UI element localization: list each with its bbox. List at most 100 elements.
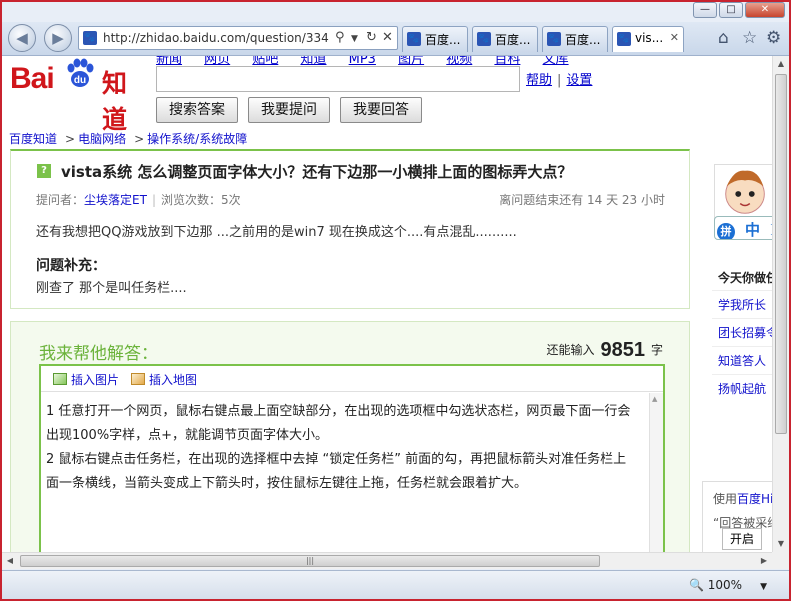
minimize-button[interactable]: — (693, 2, 717, 18)
stop-icon[interactable]: ✕ (382, 30, 393, 45)
char-counter: 还能输入 9851 字 (546, 339, 663, 362)
answer-heading: 我来帮他解答： (39, 344, 158, 364)
status-bar: 🔍 100% ▼ (2, 570, 789, 599)
link-separator: | (557, 73, 562, 88)
address-bar[interactable]: 🐾 http://zhidao.baidu.com/question/334 ⚲… (78, 26, 398, 50)
supplement-heading: 问题补充： (36, 258, 106, 274)
answer-paragraph-1: 1 任意打开一个网页，鼠标右键点最上面空缺部分，在出现的选项框中勾选状态栏，网页… (46, 404, 631, 443)
breadcrumb: 百度知道 > 电脑网络 > 操作系统/系统故障 (9, 130, 247, 147)
sidebar-item-3[interactable]: 知道答人 (712, 346, 772, 374)
baidu-favicon-icon: 🐾 (617, 32, 631, 46)
tab-4-active[interactable]: 🐾 vis... ✕ (612, 26, 684, 52)
promo-prefix: 使用 (713, 492, 738, 506)
scroll-down-icon[interactable]: ▼ (773, 536, 789, 552)
new-tab-button[interactable] (686, 27, 706, 49)
tab-2[interactable]: 🐾 百度... (472, 26, 538, 52)
insert-map-label: 插入地图 (149, 373, 198, 387)
sidebar-item-4[interactable]: 扬帆起航 (712, 374, 772, 402)
baidu-favicon-icon: 🐾 (547, 32, 561, 46)
mascot-avatar (714, 164, 772, 222)
tab-1[interactable]: 🐾 百度... (402, 26, 468, 52)
zoom-control[interactable]: 🔍 100% ▼ (689, 578, 767, 592)
time-remaining: 离问题结束还有 14 天 23 小时 (499, 193, 665, 207)
tab-3[interactable]: 🐾 百度... (542, 26, 608, 52)
breadcrumb-computer-network[interactable]: 电脑网络 (78, 132, 126, 146)
scroll-right-icon[interactable]: ▶ (756, 553, 772, 569)
asker-link[interactable]: 尘埃落定ET (84, 193, 147, 207)
maximize-button[interactable]: □ (719, 2, 743, 18)
baidu-favicon-icon: 🐾 (83, 31, 97, 45)
tab-label: 百度... (565, 33, 601, 47)
forward-button[interactable]: ▶ (44, 24, 72, 52)
meta-separator: | (151, 193, 156, 207)
scrollbar-thumb[interactable] (775, 74, 787, 434)
scroll-left-icon[interactable]: ◀ (2, 553, 18, 569)
sidebar-item-2[interactable]: 团长招募令 (712, 318, 772, 346)
tools-gear-icon[interactable]: ⚙ (766, 28, 781, 48)
breadcrumb-separator: > (65, 132, 76, 146)
views-label: 浏览次数： (160, 193, 221, 207)
scrollbar-corner (772, 552, 789, 569)
ask-question-button[interactable]: 我要提问 (248, 97, 330, 123)
scroll-up-icon[interactable]: ▲ (773, 56, 789, 72)
close-tab-icon[interactable]: ✕ (670, 31, 679, 44)
insert-image-label: 插入图片 (71, 373, 120, 387)
task-sidebar: 今天你做任务了吗 学我所长 团长招募令 知道答人 扬帆起航 (712, 266, 772, 402)
help-link[interactable]: 帮助 (526, 73, 552, 88)
scrollbar-thumb[interactable]: ||| (20, 555, 600, 567)
ime-moon-icon[interactable]: ☽ (765, 221, 772, 239)
search-icon[interactable]: ⚲ (335, 30, 345, 45)
promo-brand-link[interactable]: 百度Hi (737, 492, 772, 506)
search-answer-button[interactable]: 搜索答案 (156, 97, 238, 123)
horizontal-scrollbar[interactable]: ◀ ||| ▶ (2, 552, 772, 569)
question-body: 还有我想把QQ游戏放到下边那 ...之前用的是win7 现在换成这个....有点… (36, 225, 517, 240)
page-viewport: Bai du 知道 新闻 网页 贴吧 知道 MP3 图片 视频 百科 文库 帮助… (2, 56, 772, 552)
refresh-icon[interactable]: ↻ (366, 30, 377, 45)
browser-toolbar: ◀ ▶ 🐾 http://zhidao.baidu.com/question/3… (2, 22, 789, 56)
address-dropdown-icon[interactable]: ▼ (351, 34, 358, 44)
nav-link-wenku[interactable]: 文库 (543, 56, 569, 67)
ime-logo-icon: 拼 (717, 223, 735, 239)
insert-map-button[interactable]: 插入地图 (131, 371, 197, 388)
counter-prefix: 还能输入 (546, 343, 595, 357)
question-title: vista系统 怎么调整页面字体大小？还有下边那一小横排上面的图标弄大点？ (61, 163, 573, 181)
tab-label: vis... (635, 31, 664, 45)
sidebar-heading: 今天你做任务了吗 (718, 271, 772, 285)
answer-question-button[interactable]: 我要回答 (340, 97, 422, 123)
search-input[interactable] (156, 66, 520, 92)
vertical-scrollbar[interactable]: ▲ ▼ (772, 56, 789, 552)
ime-mode[interactable]: 中 (745, 221, 760, 239)
zoom-magnifier-icon: 🔍 (688, 578, 704, 592)
promo-line-1: 使用百度Hi (713, 490, 772, 507)
breadcrumb-home[interactable]: 百度知道 (9, 132, 57, 146)
editor-toolbar: 插入图片 插入地图 (41, 366, 663, 392)
answer-panel: 我来帮他解答： 还能输入 9851 字 插入图片 插入地图 1 任意打开一个网页，鼠… (10, 321, 690, 552)
open-button[interactable]: 开启 (722, 528, 762, 550)
sidebar-item-1[interactable]: 学我所长 (712, 290, 772, 318)
question-panel: ? vista系统 怎么调整页面字体大小？还有下边那一小横排上面的图标弄大点？ … (10, 149, 690, 309)
baidu-favicon-icon: 🐾 (477, 32, 491, 46)
tab-label: 百度... (495, 33, 531, 47)
home-icon[interactable]: ⌂ (718, 28, 729, 48)
insert-image-button[interactable]: 插入图片 (53, 371, 119, 388)
settings-link[interactable]: 设置 (566, 73, 592, 88)
baidu-favicon-icon: 🐾 (407, 32, 421, 46)
zoom-level: 100% (707, 578, 743, 592)
answer-textarea[interactable]: 1 任意打开一个网页，鼠标右键点最上面空缺部分，在出现的选项框中勾选状态栏，网页… (46, 400, 636, 496)
back-button[interactable]: ◀ (8, 24, 36, 52)
logo-text: Bai (10, 62, 55, 95)
counter-value: 9851 (600, 339, 645, 361)
ime-toolbar[interactable]: 拼中 ☽ (714, 216, 772, 240)
close-window-button[interactable]: ✕ (745, 2, 785, 18)
asker-label: 提问者： (36, 193, 85, 207)
answer-editor[interactable]: 插入图片 插入地图 1 任意打开一个网页，鼠标右键点最上面空缺部分，在出现的选项… (39, 364, 665, 552)
breadcrumb-os[interactable]: 操作系统/系统故障 (147, 132, 247, 146)
address-url[interactable]: http://zhidao.baidu.com/question/334 (103, 31, 333, 45)
counter-suffix: 字 (650, 343, 663, 357)
favorites-star-icon[interactable]: ☆ (742, 28, 757, 48)
editor-scrollbar[interactable]: ▲ (649, 393, 663, 552)
logo-du: du (74, 75, 86, 86)
scroll-up-icon[interactable]: ▲ (652, 395, 657, 403)
zoom-dropdown-icon[interactable]: ▼ (760, 582, 767, 592)
image-icon (53, 373, 67, 385)
